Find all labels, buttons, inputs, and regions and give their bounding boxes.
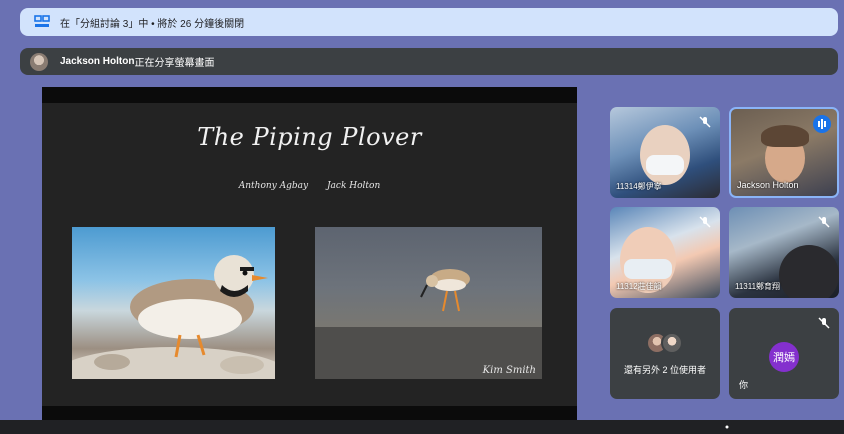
plover-photo-right: Kim Smith [315, 227, 542, 379]
other-participants-avatars [646, 332, 686, 354]
self-tile[interactable]: 潤嫣 你 [729, 308, 839, 399]
photo-credit: Kim Smith [482, 365, 536, 376]
breakout-rooms-icon [34, 15, 50, 29]
shared-screen-top-bar [42, 87, 577, 103]
presenting-status-text: 正在分享螢幕畫面 [134, 58, 215, 69]
other-participants-text: 還有另外 2 位使用者 [623, 365, 706, 375]
slide-title: The Piping Plover [197, 123, 422, 151]
participant-video [779, 245, 839, 298]
presenter-name: Jackson Holton [60, 56, 135, 67]
speaking-indicator-icon [813, 115, 831, 133]
participant-tile[interactable]: Jackson Holton [729, 107, 839, 198]
breakout-room-banner[interactable]: 在「分組討論 3」中 • 將於 26 分鐘後關閉 [20, 8, 838, 36]
participant-name: 11314鄭伊寧 [616, 182, 662, 191]
presenter-avatar [30, 52, 48, 71]
participant-tile[interactable]: 11312莊佳韻 [610, 207, 720, 298]
participant-tile[interactable]: 11314鄭伊寧 [610, 107, 720, 198]
mic-off-icon [699, 116, 711, 128]
presentation-slide: The Piping Plover Anthony Agbay Jack Hol… [42, 103, 577, 406]
slide-author-2: Jack Holton [326, 181, 381, 191]
mic-off-icon [699, 216, 711, 228]
presentation-status-bar: Jackson Holton 正在分享螢幕畫面 [20, 48, 838, 75]
participant-hair [761, 125, 809, 147]
avatar [661, 332, 683, 354]
meeting-controls-bar [0, 420, 844, 434]
breakout-banner-text: 在「分組討論 3」中 • 將於 26 分鐘後關閉 [60, 18, 245, 30]
shared-screen: The Piping Plover Anthony Agbay Jack Hol… [42, 87, 577, 420]
self-label: 你 [739, 380, 749, 390]
mic-off-icon [818, 216, 830, 228]
more-options-icon[interactable] [722, 424, 732, 434]
face-mask [624, 259, 672, 279]
face-mask [646, 155, 684, 175]
participant-tile[interactable]: 11311鄭育翔 [729, 207, 839, 298]
mic-off-icon [818, 317, 830, 329]
participant-name: 11311鄭育翔 [735, 282, 781, 291]
self-avatar: 潤嫣 [769, 342, 799, 372]
participant-name: Jackson Holton [737, 180, 799, 190]
other-participants-tile[interactable]: 還有另外 2 位使用者 [610, 308, 720, 399]
participant-name: 11312莊佳韻 [616, 282, 662, 291]
shared-screen-bottom-bar [42, 406, 577, 420]
slide-authors: Anthony Agbay Jack Holton [42, 181, 577, 191]
slide-author-1: Anthony Agbay [238, 181, 309, 191]
plover-photo-left [72, 227, 275, 379]
